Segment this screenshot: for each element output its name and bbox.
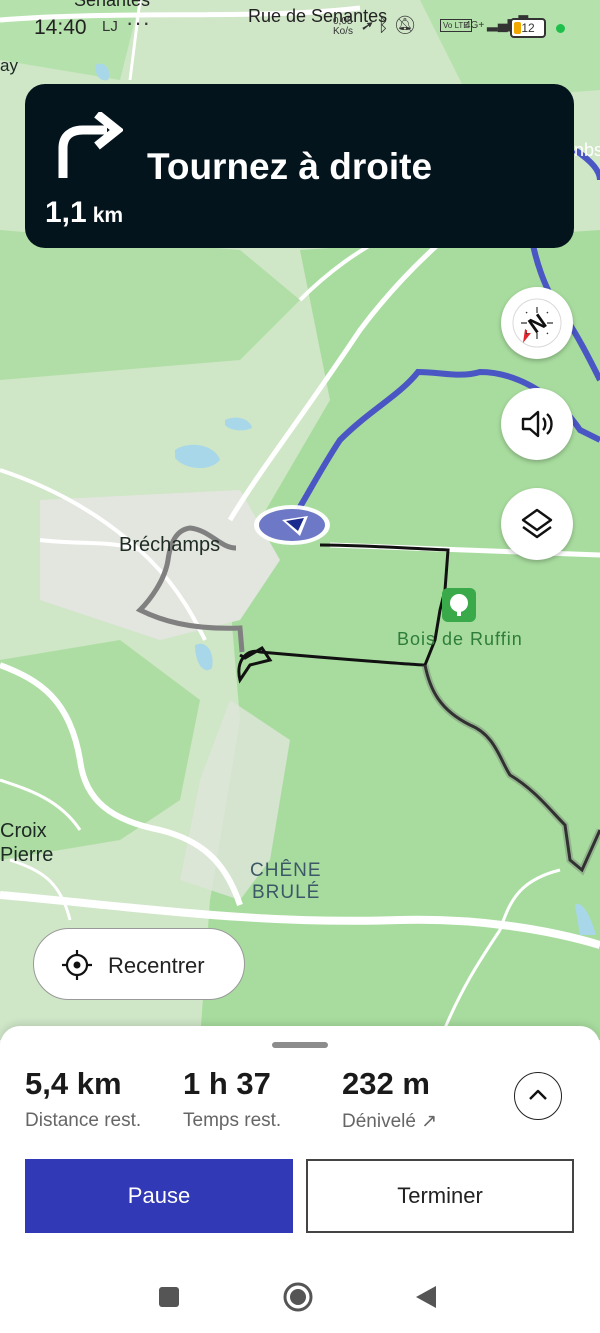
map-label-locality-1: Croix: [0, 820, 47, 842]
home-icon[interactable]: [281, 1280, 315, 1314]
map-label-place-2: BRULÉ: [252, 882, 321, 903]
compass-icon: N: [512, 298, 562, 348]
status-icons: ➚ ᛒ 🔕︎: [362, 15, 417, 36]
maneuver-distance: 1,1 km: [45, 196, 123, 230]
map-label-place-1: CHÊNE: [250, 860, 322, 881]
crosshair-icon: [62, 950, 92, 980]
sheet-drag-handle[interactable]: [272, 1042, 328, 1048]
status-speed: 0,05 Ko/s: [333, 17, 353, 37]
pause-button[interactable]: Pause: [25, 1159, 293, 1233]
status-network-label: 4G+: [465, 20, 485, 31]
location-icon: ➚: [362, 15, 373, 35]
navigation-banner[interactable]: 1,1 km Tournez à droite: [25, 84, 574, 248]
stat-distance: 5,4 km Distance rest.: [25, 1066, 141, 1132]
status-app-icon: LJ: [102, 18, 118, 35]
status-speed-unit: Ko/s: [333, 26, 354, 37]
status-bar: 14:40 LJ ··· 0,05 Ko/s ➚ ᛒ 🔕︎ Vo LTE 4G+…: [0, 0, 600, 58]
sound-button[interactable]: [501, 388, 573, 460]
map-label-locality-2: Pierre: [0, 844, 54, 866]
battery-icon: 12: [510, 18, 546, 38]
expand-sheet-button[interactable]: [514, 1072, 562, 1120]
maneuver-distance-unit: km: [92, 204, 124, 227]
stat-distance-value: 5,4 km: [25, 1066, 122, 1101]
turn-right-arrow-icon: [58, 112, 123, 178]
system-navigation-bar: [0, 1260, 600, 1333]
map-label-poi: Bois de Ruffin: [397, 629, 523, 649]
bluetooth-icon: ᛒ: [377, 15, 389, 35]
recent-apps-icon[interactable]: [157, 1285, 181, 1309]
status-more-icon: ···: [126, 10, 151, 35]
layers-icon: [521, 508, 553, 539]
map-label-right-partial: nbs: [574, 140, 600, 160]
chevron-up-icon: [529, 1089, 547, 1100]
battery-level: 12: [521, 21, 535, 35]
maneuver-instruction: Tournez à droite: [147, 146, 433, 187]
battery-fill: [514, 22, 521, 34]
compass-button[interactable]: N: [501, 287, 573, 359]
layers-button[interactable]: [501, 488, 573, 560]
back-icon[interactable]: [414, 1284, 438, 1310]
stat-elevation: 232 m Dénivelé ↗: [342, 1066, 437, 1133]
maneuver-distance-value: 1,1: [45, 196, 87, 229]
stat-time-label: Temps rest.: [183, 1110, 282, 1131]
stat-distance-label: Distance rest.: [25, 1110, 142, 1131]
mute-icon: 🔕︎: [393, 15, 417, 35]
speaker-icon: [521, 410, 553, 438]
status-time: 14:40: [34, 16, 87, 39]
map-label-partial-left: ay: [0, 56, 18, 75]
recenter-button[interactable]: Recentrer: [33, 928, 245, 1000]
map-label-village: Bréchamps: [119, 534, 221, 556]
stat-time: 1 h 37 Temps rest.: [183, 1066, 281, 1132]
stat-elevation-value: 232 m: [342, 1066, 430, 1101]
stat-elevation-label: Dénivelé ↗: [342, 1111, 438, 1132]
stat-time-value: 1 h 37: [183, 1066, 271, 1101]
recenter-label: Recentrer: [108, 953, 205, 978]
privacy-indicator-dot: [556, 24, 565, 33]
finish-button[interactable]: Terminer: [306, 1159, 574, 1233]
